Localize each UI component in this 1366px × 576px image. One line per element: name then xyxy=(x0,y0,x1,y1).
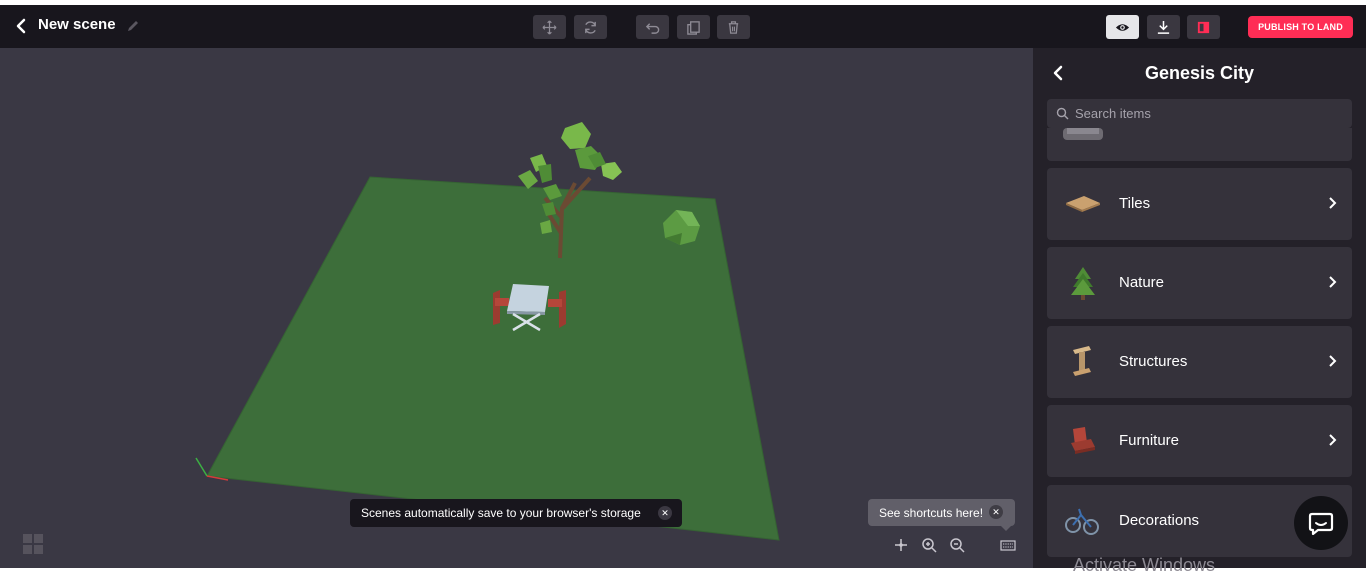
category-label: Nature xyxy=(1119,274,1165,291)
scene-viewport[interactable]: Scenes automatically save to your browse… xyxy=(0,48,1033,568)
close-toast-icon[interactable]: ✕ xyxy=(658,506,672,520)
category-label: Structures xyxy=(1119,353,1188,370)
duplicate-button[interactable] xyxy=(677,15,710,39)
grid-view-icon[interactable] xyxy=(22,533,44,555)
chevron-right-icon xyxy=(1329,355,1337,367)
top-toolbar: New scene PUBLISH TO LAND xyxy=(0,5,1366,48)
chat-bubble-icon xyxy=(1308,512,1334,535)
item-catalog-sidebar: Genesis City Tiles Nature Struc xyxy=(1033,48,1366,568)
category-label: Decorations xyxy=(1119,512,1200,529)
bicycle-icon xyxy=(1065,508,1099,535)
tile-thumbnail-icon xyxy=(1066,196,1100,212)
rotate-tool-button[interactable] xyxy=(574,15,607,39)
publish-to-land-button[interactable]: PUBLISH TO LAND xyxy=(1248,16,1353,38)
category-label: Furniture xyxy=(1119,432,1180,449)
back-arrow-icon[interactable] xyxy=(12,17,30,35)
toggle-sidebar-button[interactable] xyxy=(1187,15,1220,39)
activate-windows-watermark: Activate Windows xyxy=(1073,555,1216,575)
category-nature[interactable]: Nature xyxy=(1047,247,1352,319)
chevron-right-icon xyxy=(1329,197,1337,209)
pencil-edit-icon[interactable] xyxy=(125,18,141,34)
move-arrows-icon xyxy=(542,20,557,34)
keyboard-icon[interactable] xyxy=(1000,537,1016,553)
undo-icon xyxy=(645,22,660,34)
shortcuts-toast-text: See shortcuts here! xyxy=(879,505,984,520)
search-bar[interactable] xyxy=(1047,99,1352,128)
shortcuts-toast: See shortcuts here! ✕ xyxy=(868,499,1015,526)
download-button[interactable] xyxy=(1147,15,1180,39)
scene-canvas[interactable] xyxy=(0,48,1033,568)
sidebar-title: Genesis City xyxy=(1144,63,1255,83)
structure-beam-icon xyxy=(1073,346,1091,376)
armchair-icon xyxy=(1071,427,1095,454)
move-tool-button[interactable] xyxy=(533,15,566,39)
search-icon xyxy=(1056,107,1069,120)
category-structures[interactable]: Structures xyxy=(1047,326,1352,398)
trash-icon xyxy=(728,20,739,34)
chevron-right-icon xyxy=(1329,434,1337,446)
autosave-toast-text: Scenes automatically save to your browse… xyxy=(361,506,641,520)
download-icon xyxy=(1157,20,1170,34)
category-label: Tiles xyxy=(1119,195,1151,212)
preview-button[interactable] xyxy=(1106,15,1139,39)
delete-button[interactable] xyxy=(717,15,750,39)
category-item-partial[interactable] xyxy=(1047,128,1352,161)
chat-support-button[interactable] xyxy=(1294,496,1348,550)
partial-category-thumb xyxy=(1063,128,1103,140)
duplicate-icon xyxy=(687,20,700,35)
pine-tree-icon xyxy=(1071,267,1095,300)
scene-title[interactable]: New scene xyxy=(38,16,116,33)
pan-icon[interactable] xyxy=(893,537,909,553)
eye-icon xyxy=(1115,23,1130,31)
tooltip-pointer xyxy=(1000,525,1012,531)
category-furniture[interactable]: Furniture xyxy=(1047,405,1352,477)
search-input[interactable] xyxy=(1075,99,1345,128)
close-shortcuts-icon[interactable]: ✕ xyxy=(989,505,1003,519)
autosave-toast: Scenes automatically save to your browse… xyxy=(350,499,682,527)
category-tiles[interactable]: Tiles xyxy=(1047,168,1352,240)
zoom-out-icon[interactable] xyxy=(949,537,965,553)
chevron-right-icon xyxy=(1329,276,1337,288)
rotate-icon xyxy=(585,20,596,34)
sidebar-toggle-icon xyxy=(1197,21,1210,33)
zoom-in-icon[interactable] xyxy=(921,537,937,553)
undo-button[interactable] xyxy=(636,15,669,39)
